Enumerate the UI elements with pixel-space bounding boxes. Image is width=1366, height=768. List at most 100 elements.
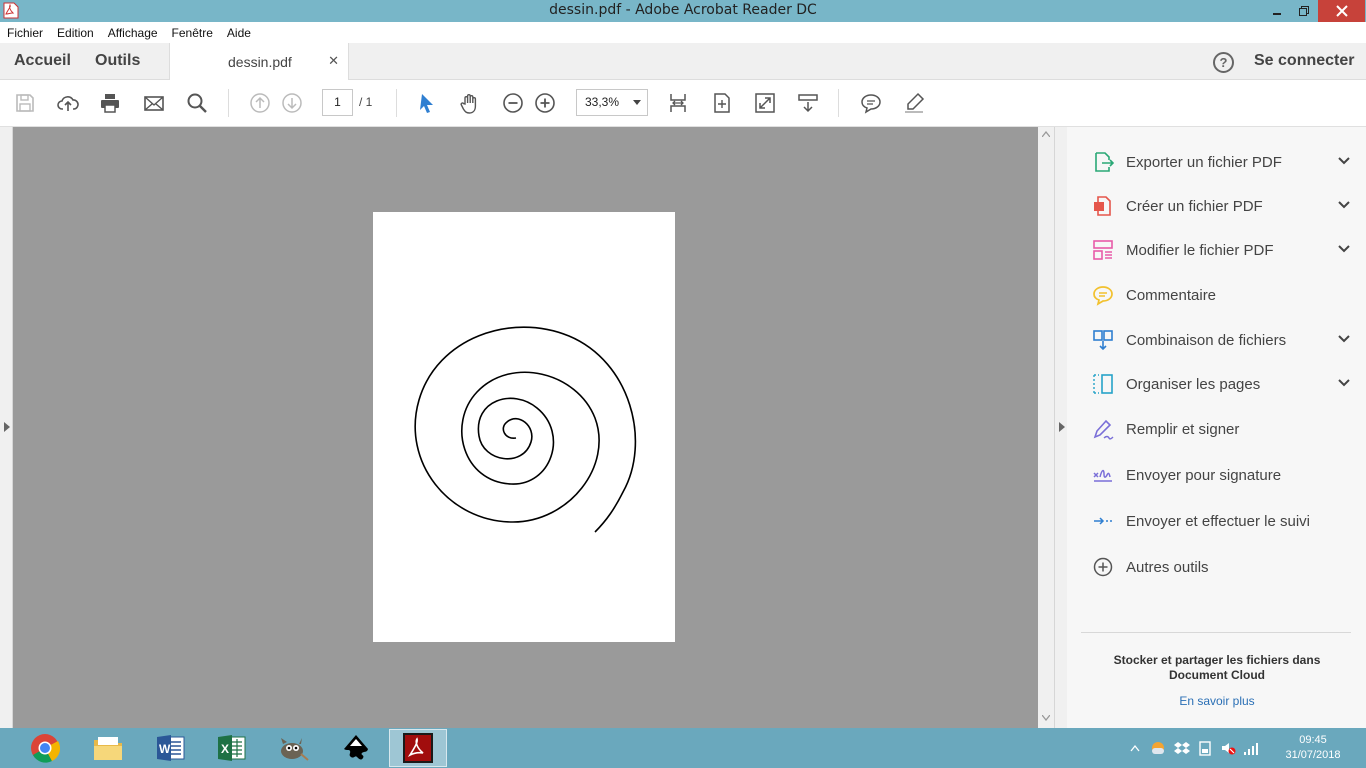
tab-document[interactable]: dessin.pdf ✕: [169, 43, 349, 80]
tool-send-signature[interactable]: Envoyer pour signature: [1091, 463, 1351, 487]
scroll-mode-button[interactable]: [796, 91, 820, 115]
left-pane-toggle[interactable]: [0, 127, 13, 728]
title-bar: dessin.pdf - Adobe Acrobat Reader DC: [0, 0, 1366, 22]
next-page-button[interactable]: [280, 91, 304, 115]
chevron-down-icon[interactable]: [1337, 153, 1351, 167]
page-move-icon: [714, 93, 730, 113]
cursor-arrow-icon: [420, 94, 433, 113]
vertical-scrollbar[interactable]: [1038, 127, 1054, 728]
zoom-value: 33,3%: [585, 95, 620, 109]
send-signature-icon: [1091, 463, 1115, 487]
tool-combine-files[interactable]: Combinaison de fichiers: [1091, 328, 1351, 352]
help-icon[interactable]: ?: [1213, 52, 1234, 73]
system-clock[interactable]: 09:45 31/07/2018: [1278, 733, 1348, 763]
combine-files-icon: [1091, 328, 1115, 352]
edit-pdf-icon: [1091, 238, 1115, 262]
hand-tool-button[interactable]: [458, 91, 482, 115]
menu-edition[interactable]: Edition: [50, 26, 101, 40]
close-window-button[interactable]: [1318, 0, 1365, 22]
tab-home[interactable]: Accueil: [14, 52, 71, 70]
tool-comment[interactable]: Commentaire: [1091, 283, 1351, 307]
cloud-upload-icon: [57, 96, 79, 111]
document-viewer[interactable]: [13, 127, 1038, 728]
menu-fichier[interactable]: Fichier: [0, 26, 50, 40]
taskbar-excel[interactable]: X: [203, 729, 261, 767]
highlighter-icon: [905, 92, 925, 113]
menu-aide[interactable]: Aide: [220, 26, 258, 40]
scroll-down-icon[interactable]: [1042, 715, 1050, 721]
comment-button[interactable]: [859, 91, 883, 115]
inkscape-icon: [344, 735, 368, 760]
window-title: dessin.pdf - Adobe Acrobat Reader DC: [549, 2, 817, 18]
tool-send-track[interactable]: Envoyer et effectuer le suivi: [1091, 509, 1351, 533]
tool-edit-pdf[interactable]: Modifier le fichier PDF: [1091, 238, 1351, 262]
select-tool-button[interactable]: [415, 91, 439, 115]
chevron-down-icon: [633, 100, 641, 105]
tab-tools[interactable]: Outils: [95, 52, 140, 70]
dropbox-icon[interactable]: [1174, 740, 1190, 756]
zoom-out-button[interactable]: [501, 91, 525, 115]
previous-page-button[interactable]: [248, 91, 272, 115]
taskbar-file-explorer[interactable]: [79, 729, 137, 767]
export-pdf-icon: [1091, 150, 1115, 174]
search-button[interactable]: [185, 91, 209, 115]
tool-label: Organiser les pages: [1126, 375, 1261, 393]
spiral-drawing: [414, 326, 637, 533]
save-icon: [16, 94, 34, 112]
tool-label: Remplir et signer: [1126, 420, 1240, 438]
network-icon[interactable]: [1243, 740, 1259, 756]
minimize-icon: [1273, 13, 1281, 15]
print-button[interactable]: [98, 91, 122, 115]
email-button[interactable]: [142, 91, 166, 115]
tool-export-pdf[interactable]: Exporter un fichier PDF: [1091, 150, 1351, 174]
page-number-input[interactable]: 1: [322, 89, 353, 116]
tool-create-pdf[interactable]: Créer un fichier PDF: [1091, 194, 1351, 218]
tool-more-tools[interactable]: Autres outils: [1091, 555, 1351, 579]
taskbar-gimp[interactable]: [264, 729, 322, 767]
right-pane-toggle[interactable]: [1054, 127, 1067, 728]
zoom-in-button[interactable]: [533, 91, 557, 115]
taskbar-word[interactable]: W: [142, 729, 200, 767]
tool-label: Autres outils: [1126, 558, 1209, 576]
taskbar-inkscape[interactable]: [327, 729, 385, 767]
learn-more-link[interactable]: En savoir plus: [1087, 694, 1347, 708]
pdf-page: [373, 212, 675, 642]
volume-muted-icon[interactable]: [1220, 740, 1236, 756]
expand-left-pane-icon: [4, 422, 10, 432]
toolbar-separator: [228, 89, 229, 117]
svg-text:W: W: [159, 742, 171, 756]
rotate-page-button[interactable]: [710, 91, 734, 115]
weather-icon[interactable]: [1150, 740, 1166, 756]
chevron-down-icon[interactable]: [1337, 375, 1351, 389]
taskbar-chrome[interactable]: [16, 729, 74, 767]
zoom-select[interactable]: 33,3%: [576, 89, 648, 116]
power-icon[interactable]: [1197, 740, 1213, 756]
spiral-curve: [414, 326, 637, 533]
close-tab-icon[interactable]: ✕: [328, 53, 339, 69]
full-screen-button[interactable]: [753, 91, 777, 115]
page-total: / 1: [359, 95, 373, 109]
menu-affichage[interactable]: Affichage: [101, 26, 165, 40]
tool-label: Modifier le fichier PDF: [1126, 241, 1274, 259]
save-button[interactable]: [13, 91, 37, 115]
chevron-down-icon[interactable]: [1337, 331, 1351, 345]
restore-button[interactable]: [1290, 0, 1317, 22]
taskbar-acrobat[interactable]: [389, 729, 447, 767]
highlight-button[interactable]: [902, 91, 926, 115]
menu-fenetre[interactable]: Fenêtre: [165, 26, 220, 40]
chevron-down-icon[interactable]: [1337, 197, 1351, 211]
tool-label: Combinaison de fichiers: [1126, 331, 1287, 349]
comment-icon: [1091, 283, 1115, 307]
scroll-up-icon[interactable]: [1042, 131, 1050, 137]
tools-pane: Exporter un fichier PDF Créer un fichier…: [1067, 127, 1366, 728]
tool-label: Envoyer et effectuer le suivi: [1126, 512, 1310, 530]
upload-cloud-button[interactable]: [56, 91, 80, 115]
show-hidden-icons-icon[interactable]: [1130, 744, 1140, 752]
tool-fill-sign[interactable]: Remplir et signer: [1091, 417, 1351, 441]
minimize-button[interactable]: [1264, 0, 1290, 22]
sign-in-button[interactable]: Se connecter: [1254, 52, 1354, 70]
tool-organize-pages[interactable]: Organiser les pages: [1091, 372, 1351, 396]
chevron-down-icon[interactable]: [1337, 241, 1351, 255]
fit-page-button[interactable]: [666, 91, 690, 115]
close-icon: [1335, 5, 1348, 17]
